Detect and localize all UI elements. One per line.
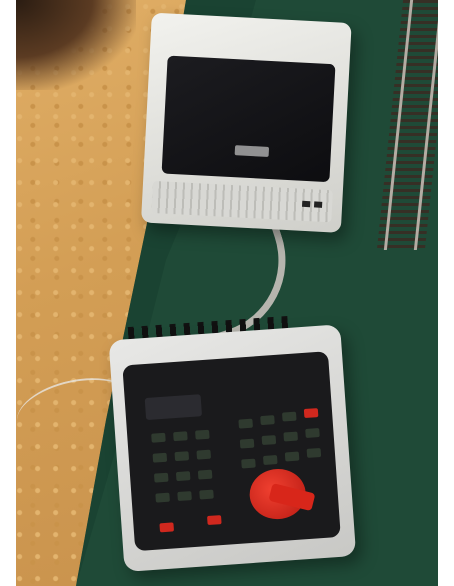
port [313,201,323,208]
port [301,200,311,208]
stop-key [207,515,222,526]
photo [16,0,438,586]
handset-face [122,351,341,552]
function-key [239,438,255,449]
central-station-screen [161,55,336,183]
keypad-key [196,449,212,460]
function-key [284,451,300,462]
function-key [241,458,256,469]
keypad-key [197,469,213,480]
keypad-key [152,452,168,463]
function-key [283,431,298,442]
keypad-key [173,431,188,442]
handset-display [144,394,203,421]
brand-logo [234,145,270,157]
function-key [303,408,319,419]
keypad-key [175,471,191,482]
keypad-key [153,472,169,483]
function-key [261,435,277,446]
central-station-unit [140,12,361,246]
central-station-body [140,12,352,233]
function-key [281,411,297,422]
function-key [305,428,320,438]
function-key [260,415,275,426]
keypad-key [195,429,210,440]
keypad-key [177,491,192,502]
keypad-key [151,432,166,443]
keypad-key [155,492,170,503]
handset-shell [108,324,357,572]
stop-key [159,522,175,533]
function-key [306,447,322,458]
control-handset [108,312,361,574]
function-key [262,455,278,465]
keypad-key [199,489,214,500]
function-key [238,418,253,429]
keypad-key [174,451,190,462]
